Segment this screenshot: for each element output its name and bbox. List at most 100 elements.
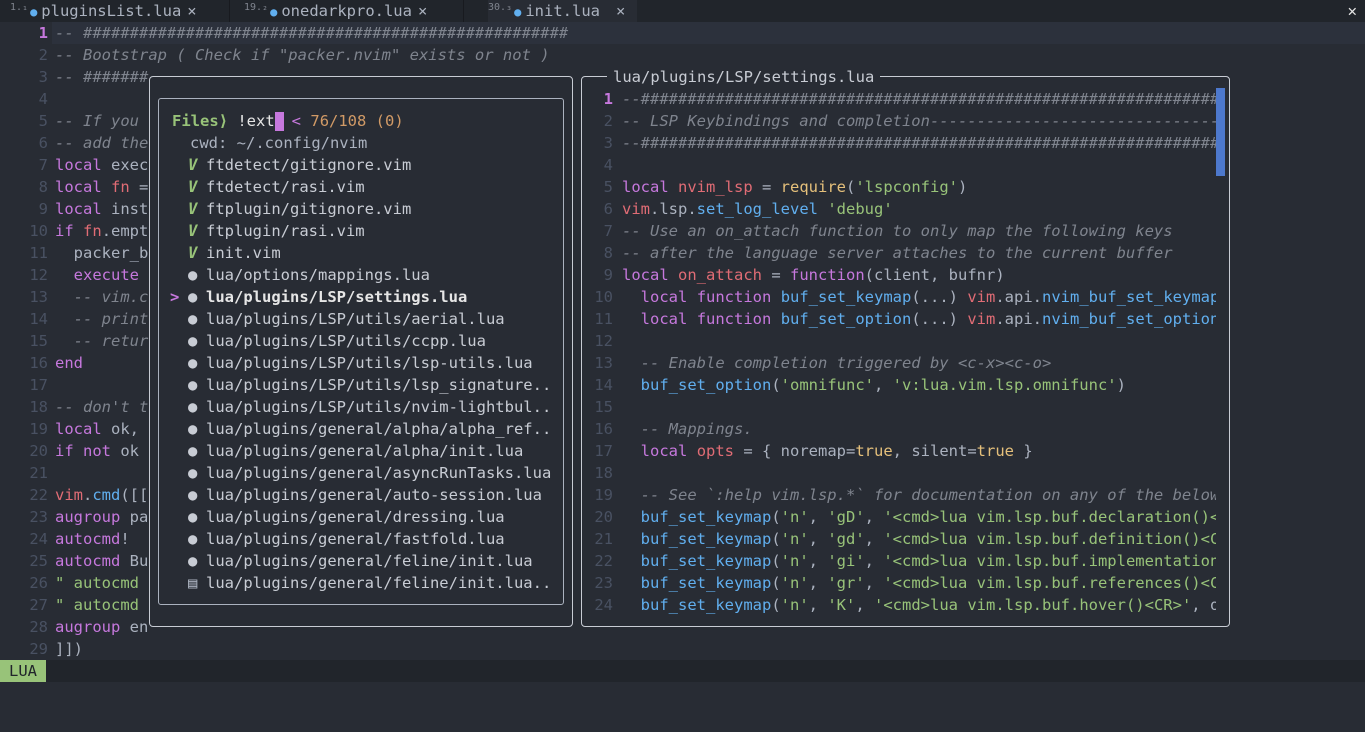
preview-line-number: 15 (594, 398, 613, 416)
file-path: lua/plugins/LSP/utils/aerial.lua (206, 310, 505, 328)
close-all-tabs-icon[interactable]: ✕ (1348, 0, 1357, 22)
file-path: lua/plugins/general/auto-session.lua (206, 486, 542, 504)
tab-label: onedarkpro.lua (281, 2, 412, 20)
file-path: lua/plugins/LSP/settings.lua (206, 288, 468, 306)
match-count: 76/108 (0) (310, 112, 404, 130)
line-number: 9 (38, 200, 48, 218)
picker-item[interactable]: ● lua/plugins/general/feline/init.lua (170, 550, 533, 572)
preview-line-number: 2 (603, 112, 613, 130)
line-number: 27 (29, 596, 48, 614)
file-path: lua/plugins/general/fastfold.lua (206, 530, 505, 548)
tab-separator (463, 0, 464, 22)
picker-prompt[interactable]: Files⟩ !ext < 76/108 (0) (172, 110, 404, 132)
code-line: execute (73, 266, 139, 284)
preview-scrollbar[interactable] (1216, 88, 1225, 176)
lua-file-icon: ● (188, 420, 198, 438)
tab-close-icon[interactable]: × (187, 2, 196, 20)
picker-item[interactable]: ● lua/plugins/LSP/utils/aerial.lua (170, 308, 505, 330)
line-number: 18 (29, 398, 48, 416)
preview-line-number: 7 (603, 222, 613, 240)
picker-item[interactable]: ● lua/plugins/general/fastfold.lua (170, 528, 505, 550)
picker-item[interactable]: Vftdetect/rasi.vim (170, 176, 365, 198)
code-line: local exec (55, 156, 149, 174)
line-number: 17 (29, 376, 48, 394)
code-line: local fn = (55, 178, 149, 196)
preview-code-line: buf_set_keymap('n', 'gd', '<cmd>lua vim.… (640, 530, 1216, 548)
picker-item[interactable]: ● lua/plugins/LSP/utils/nvim-lightbul.. (170, 396, 551, 418)
picker-item[interactable]: Vftplugin/rasi.vim (170, 220, 365, 242)
picker-item[interactable]: Vftplugin/gitignore.vim (170, 198, 411, 220)
code-line: -- #####################################… (55, 24, 569, 42)
file-path: lua/plugins/LSP/utils/lsp-utils.lua (206, 354, 533, 372)
code-line: -- print (73, 310, 149, 328)
preview-code-line: --######################################… (622, 90, 1216, 108)
file-path: lua/plugins/general/asyncRunTasks.lua (206, 464, 552, 482)
line-number: 28 (29, 618, 48, 636)
preview-code-line: vim.lsp.set_log_level 'debug' (622, 200, 893, 218)
tab-pluginslist[interactable]: 1.₁ ● pluginsList.lua × (10, 0, 197, 22)
picker-item[interactable]: ● lua/plugins/LSP/utils/lsp-utils.lua (170, 352, 533, 374)
picker-item[interactable]: > ● lua/plugins/LSP/settings.lua (170, 286, 467, 308)
picker-item[interactable]: Vftdetect/gitignore.vim (170, 154, 411, 176)
file-path: lua/plugins/general/alpha/init.lua (206, 442, 524, 460)
picker-item[interactable]: ● lua/plugins/LSP/utils/lsp_signature.. (170, 374, 551, 396)
code-line: " autocmd (55, 596, 139, 614)
vim-file-icon: V (188, 222, 198, 240)
statusline: LUA (0, 660, 1365, 682)
code-line: -- add the (55, 134, 149, 152)
line-number: 25 (29, 552, 48, 570)
tab-number: 19.₂ (244, 2, 269, 13)
picker-separator: < (291, 112, 302, 130)
lua-file-icon: ● (188, 552, 198, 570)
command-line[interactable] (0, 682, 1365, 732)
vim-file-icon: V (188, 200, 198, 218)
tab-init[interactable]: 30.₃ ● init.lua × (488, 0, 638, 22)
picker-item[interactable]: Vinit.vim (170, 242, 281, 264)
lua-file-icon: ● (188, 508, 198, 526)
preview-code-line: local opts = { noremap=true, silent=true… (640, 442, 1033, 460)
picker-item[interactable]: ● lua/plugins/general/asyncRunTasks.lua (170, 462, 551, 484)
picker-item[interactable]: ● lua/options/mappings.lua (170, 264, 430, 286)
line-number: 10 (29, 222, 48, 240)
lua-file-icon: ● (188, 464, 198, 482)
line-number: 16 (29, 354, 48, 372)
preview-line-number: 3 (603, 134, 613, 152)
preview-code-line (622, 330, 1216, 352)
file-path: ftplugin/rasi.vim (206, 222, 365, 240)
picker-item[interactable]: ▤ lua/plugins/general/feline/init.lua.. (170, 572, 551, 594)
code-line: -- retur (73, 332, 149, 350)
line-number: 29 (29, 640, 48, 658)
preview-line-number: 11 (594, 310, 613, 328)
line-number: 11 (29, 244, 48, 262)
preview-code-line: --######################################… (622, 134, 1216, 152)
line-number: 3 (38, 68, 48, 86)
file-path: lua/plugins/general/alpha/alpha_ref.. (206, 420, 552, 438)
preview-code-line: -- See `:help vim.lsp.*` for documentati… (640, 486, 1216, 504)
filetype-indicator: LUA (0, 660, 46, 682)
preview-code-line (622, 462, 1216, 484)
lua-file-icon: ● (188, 486, 198, 504)
preview-line-number: 9 (603, 266, 613, 284)
picker-item[interactable]: ● lua/plugins/general/alpha/init.lua (170, 440, 523, 462)
code-line: -- don't t (55, 398, 149, 416)
file-path: lua/plugins/general/feline/init.lua (206, 552, 533, 570)
line-number: 4 (38, 90, 48, 108)
preview-line-number: 23 (594, 574, 613, 592)
code-line: vim.cmd([[ (55, 486, 149, 504)
preview-line-number: 24 (594, 596, 613, 614)
picker-item[interactable]: ● lua/plugins/general/auto-session.lua (170, 484, 542, 506)
tab-onedarkpro[interactable]: 19.₂ ● onedarkpro.lua × (244, 0, 427, 22)
code-line: local inst (55, 200, 149, 218)
lua-file-icon: ● (30, 5, 38, 19)
picker-item[interactable]: ● lua/plugins/LSP/utils/ccpp.lua (170, 330, 486, 352)
picker-item[interactable]: ● lua/plugins/general/dressing.lua (170, 506, 505, 528)
picker-item[interactable]: ● lua/plugins/general/alpha/alpha_ref.. (170, 418, 551, 440)
tab-label: pluginsList.lua (41, 2, 182, 20)
file-path: lua/plugins/general/dressing.lua (206, 508, 505, 526)
picker-query-input[interactable]: !ext (237, 112, 274, 130)
tab-close-icon[interactable]: × (616, 2, 625, 20)
lua-file-icon: ● (188, 398, 198, 416)
tab-close-icon[interactable]: × (418, 2, 427, 20)
preview-code-line: local on_attach = function(client, bufnr… (622, 266, 1005, 284)
preview-code-line: -- after the language server attaches to… (622, 244, 1173, 262)
